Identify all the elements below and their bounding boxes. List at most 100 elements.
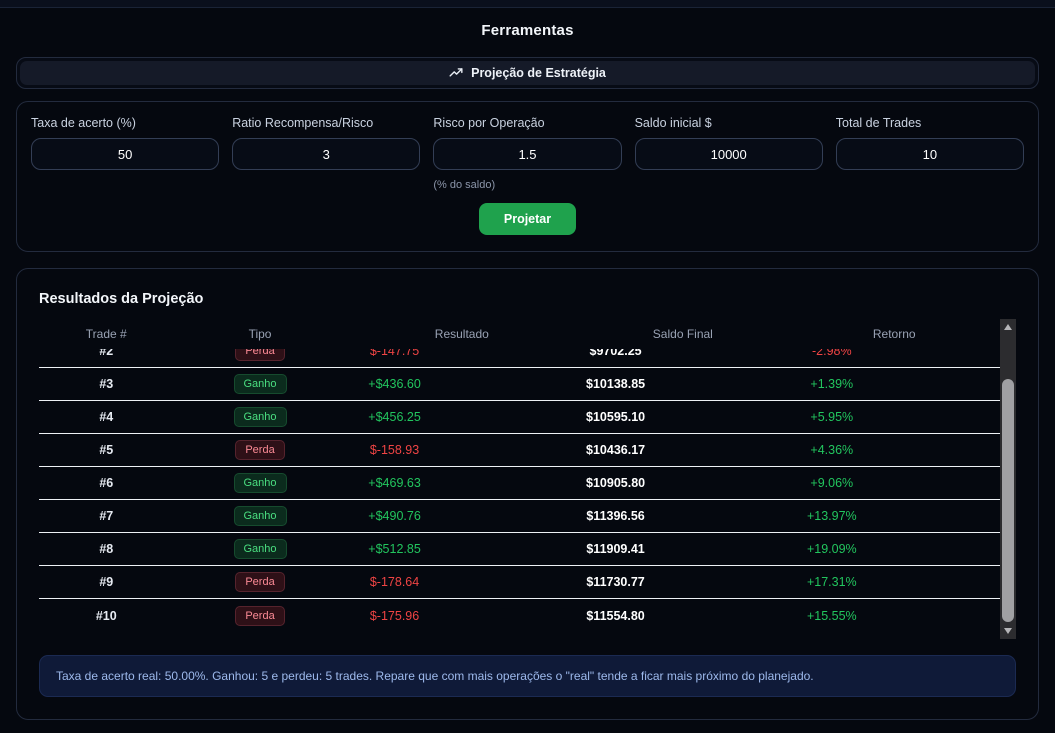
- field-taxa-de-acerto: Taxa de acerto (%): [31, 116, 219, 191]
- resultado-cell: $-147.75: [347, 349, 443, 358]
- column-header-trade: Trade #: [39, 327, 174, 341]
- field-label: Total de Trades: [836, 116, 1024, 130]
- field-label: Saldo inicial $: [635, 116, 823, 130]
- trade-cell: #9: [39, 575, 174, 589]
- table-row: #10 Perda $-175.96 $11554.80 +15.55%: [39, 599, 1000, 632]
- trade-cell: #4: [39, 410, 174, 424]
- tipo-badge: Perda: [235, 349, 284, 361]
- saldo-cell: $10595.10: [443, 410, 789, 424]
- saldo-cell: $10905.80: [443, 476, 789, 490]
- field-label: Ratio Recompensa/Risco: [232, 116, 420, 130]
- resultado-cell: $-175.96: [347, 609, 443, 623]
- tipo-badge: Ganho: [234, 506, 287, 526]
- trending-up-icon: [449, 66, 463, 80]
- saldo-cell: $11554.80: [443, 609, 789, 623]
- tipo-badge: Perda: [235, 606, 284, 626]
- trade-cell: #10: [39, 609, 174, 623]
- resultado-cell: +$456.25: [347, 410, 443, 424]
- total-trades-input[interactable]: [836, 138, 1024, 170]
- saldo-cell: $10436.17: [443, 443, 789, 457]
- table-viewport: #2 Perda $-147.75 $9702.25 -2.98% #3 Gan…: [39, 349, 1000, 639]
- summary-note: Taxa de acerto real: 50.00%. Ganhou: 5 e…: [39, 655, 1016, 697]
- main-content: Projeção de Estratégia Taxa de acerto (%…: [0, 57, 1055, 720]
- column-header-retorno: Retorno: [789, 327, 1000, 341]
- column-header-tipo: Tipo: [174, 327, 347, 341]
- saldo-cell: $9702.25: [443, 349, 789, 358]
- field-total-de-trades: Total de Trades: [836, 116, 1024, 191]
- tipo-cell: Ganho: [174, 374, 347, 394]
- trade-cell: #8: [39, 542, 174, 556]
- tipo-cell: Perda: [174, 349, 347, 361]
- field-hint: (% do saldo): [433, 179, 621, 191]
- field-label: Taxa de acerto (%): [31, 116, 219, 130]
- saldo-cell: $10138.85: [443, 377, 789, 391]
- tipo-badge: Ganho: [234, 473, 287, 493]
- scrollbar-thumb[interactable]: [1002, 379, 1014, 622]
- table-row: #9 Perda $-178.64 $11730.77 +17.31%: [39, 566, 1000, 599]
- field-label: Risco por Operação: [433, 116, 621, 130]
- resultado-cell: +$512.85: [347, 542, 443, 556]
- tipo-cell: Ganho: [174, 473, 347, 493]
- tab-label: Projeção de Estratégia: [471, 66, 606, 80]
- retorno-cell: +13.97%: [789, 509, 1000, 523]
- table-row: #4 Ganho +$456.25 $10595.10 +5.95%: [39, 401, 1000, 434]
- saldo-inicial-input[interactable]: [635, 138, 823, 170]
- retorno-cell: +5.95%: [789, 410, 1000, 424]
- table-row: #3 Ganho +$436.60 $10138.85 +1.39%: [39, 368, 1000, 401]
- results-table: Trade # Tipo Resultado Saldo Final Retor…: [39, 319, 1016, 639]
- column-header-resultado: Resultado: [347, 327, 578, 341]
- top-strip: [0, 0, 1055, 8]
- table-content: Trade # Tipo Resultado Saldo Final Retor…: [39, 319, 1000, 639]
- button-row: Projetar: [31, 203, 1024, 237]
- table-row: #7 Ganho +$490.76 $11396.56 +13.97%: [39, 500, 1000, 533]
- tipo-badge: Ganho: [234, 374, 287, 394]
- trade-cell: #6: [39, 476, 174, 490]
- tipo-cell: Ganho: [174, 407, 347, 427]
- tab-projecao-estrategia[interactable]: Projeção de Estratégia: [20, 61, 1035, 85]
- tipo-cell: Perda: [174, 440, 347, 460]
- resultado-cell: +$469.63: [347, 476, 443, 490]
- taxa-acerto-input[interactable]: [31, 138, 219, 170]
- field-risco-por-operacao: Risco por Operação (% do saldo): [433, 116, 621, 191]
- tipo-badge: Ganho: [234, 407, 287, 427]
- form-grid: Taxa de acerto (%) Ratio Recompensa/Risc…: [31, 116, 1024, 191]
- tipo-badge: Perda: [235, 440, 284, 460]
- saldo-cell: $11396.56: [443, 509, 789, 523]
- retorno-cell: +4.36%: [789, 443, 1000, 457]
- results-heading: Resultados da Projeção: [39, 291, 1016, 307]
- table-row: #2 Perda $-147.75 $9702.25 -2.98%: [39, 349, 1000, 368]
- retorno-cell: +9.06%: [789, 476, 1000, 490]
- table-row: #6 Ganho +$469.63 $10905.80 +9.06%: [39, 467, 1000, 500]
- table-rows: #2 Perda $-147.75 $9702.25 -2.98% #3 Gan…: [39, 349, 1000, 632]
- field-saldo-inicial: Saldo inicial $: [635, 116, 823, 191]
- resultado-cell: +$436.60: [347, 377, 443, 391]
- projetar-button[interactable]: Projetar: [479, 203, 576, 235]
- trade-cell: #7: [39, 509, 174, 523]
- scroll-down-icon[interactable]: [1004, 628, 1012, 634]
- table-scrollbar[interactable]: [1000, 319, 1016, 639]
- strategy-form-panel: Taxa de acerto (%) Ratio Recompensa/Risc…: [16, 101, 1039, 252]
- table-header: Trade # Tipo Resultado Saldo Final Retor…: [39, 319, 1000, 349]
- tipo-cell: Perda: [174, 606, 347, 626]
- resultado-cell: $-178.64: [347, 575, 443, 589]
- column-header-saldo-final: Saldo Final: [577, 327, 788, 341]
- tipo-cell: Perda: [174, 572, 347, 592]
- table-row: #5 Perda $-158.93 $10436.17 +4.36%: [39, 434, 1000, 467]
- retorno-cell: +19.09%: [789, 542, 1000, 556]
- tab-bar: Projeção de Estratégia: [16, 57, 1039, 89]
- results-panel: Resultados da Projeção Trade # Tipo Resu…: [16, 268, 1039, 720]
- tipo-badge: Ganho: [234, 539, 287, 559]
- resultado-cell: $-158.93: [347, 443, 443, 457]
- resultado-cell: +$490.76: [347, 509, 443, 523]
- risco-operacao-input[interactable]: [433, 138, 621, 170]
- trade-cell: #3: [39, 377, 174, 391]
- scroll-up-icon[interactable]: [1004, 324, 1012, 330]
- saldo-cell: $11909.41: [443, 542, 789, 556]
- trade-cell: #2: [39, 349, 174, 358]
- ratio-input[interactable]: [232, 138, 420, 170]
- retorno-cell: -2.98%: [789, 349, 1000, 358]
- page-title: Ferramentas: [0, 8, 1055, 51]
- tipo-cell: Ganho: [174, 539, 347, 559]
- trade-cell: #5: [39, 443, 174, 457]
- field-ratio-recompensa-risco: Ratio Recompensa/Risco: [232, 116, 420, 191]
